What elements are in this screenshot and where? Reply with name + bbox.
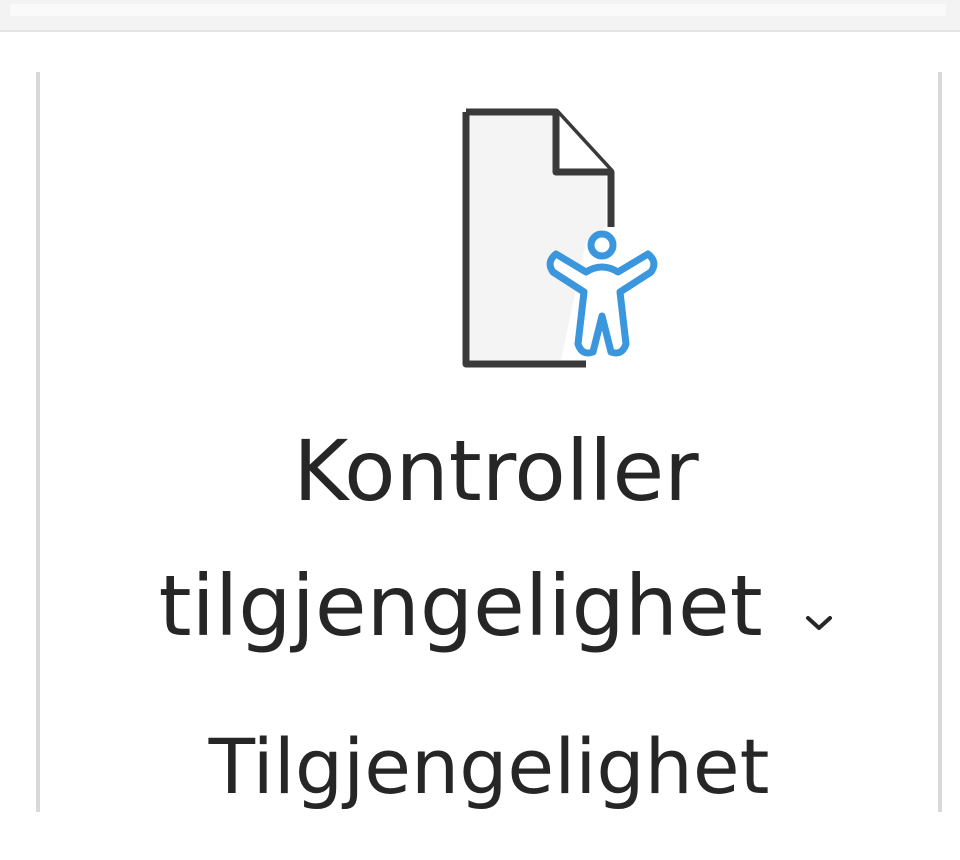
- ribbon-group-accessibility: Kontroller tilgjengelighet Tilgjengeligh…: [36, 72, 942, 812]
- ribbon-frame: Kontroller tilgjengelighet Tilgjengeligh…: [0, 0, 960, 860]
- button-label-line2-text: tilgjengelighet: [158, 557, 763, 655]
- check-accessibility-button[interactable]: Kontroller tilgjengelighet: [96, 92, 896, 655]
- document-accessibility-icon: [436, 102, 676, 382]
- chevron-down-icon[interactable]: [805, 554, 833, 652]
- ribbon-group-label: Tilgjengelighet: [208, 722, 770, 811]
- ribbon-top-strip: [0, 0, 960, 32]
- ribbon-top-strip-inner: [10, 4, 946, 16]
- group-separator-right: [938, 72, 942, 812]
- button-label-line2: tilgjengelighet: [116, 557, 876, 655]
- group-separator-left: [36, 72, 40, 812]
- button-label-line1: Kontroller: [293, 422, 699, 520]
